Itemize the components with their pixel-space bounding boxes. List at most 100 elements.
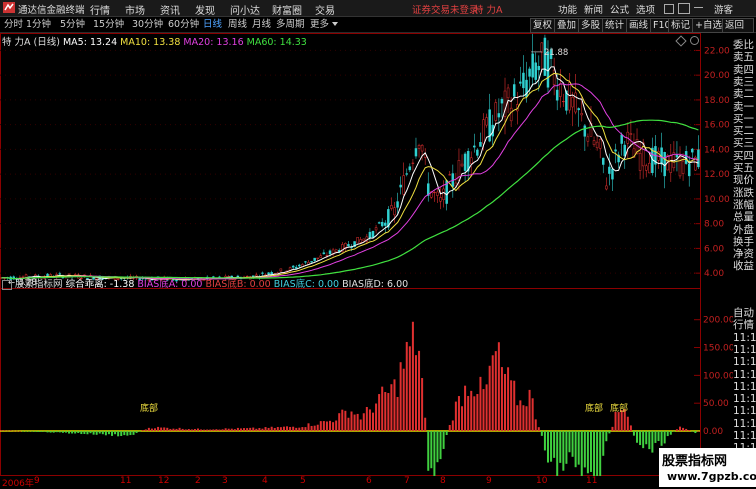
indicator-bar — [411, 321, 414, 432]
candle-body — [362, 238, 366, 242]
candle-body — [261, 272, 264, 274]
kline-chart[interactable]: 22.00 20.00 18.00 16.00 14.00 12.00 10.00 8.00 6… — [0, 33, 733, 476]
indicator-bar — [215, 429, 218, 432]
indicator-bar — [347, 417, 350, 432]
period-5min[interactable]: 5分钟 — [60, 18, 85, 31]
minimize-icon[interactable] — [694, 7, 703, 8]
indicator-name[interactable]: 股票指标网 — [15, 279, 63, 290]
indicator-bar — [586, 431, 589, 474]
indicator-bar — [332, 422, 335, 432]
period-daily[interactable]: 日线 — [203, 18, 222, 31]
price-axis-label-3: 16.00 — [704, 121, 730, 131]
more-dropdown-icon[interactable] — [332, 22, 338, 26]
sidebar-item-18[interactable]: 收益 — [733, 259, 756, 273]
x-axis-label-8: 6 — [366, 476, 372, 486]
period-fenshi[interactable]: 分时 — [4, 18, 23, 31]
indicator-bar — [433, 431, 436, 476]
indicator-bar — [393, 379, 396, 432]
candle-body — [479, 142, 482, 147]
menu-hangqing[interactable]: 行情 — [90, 2, 110, 17]
indicator-bar — [276, 426, 279, 432]
restore-window-icon[interactable] — [664, 4, 674, 14]
indicator-bar — [504, 373, 507, 432]
price-axis-label-4: 14.00 — [704, 145, 730, 155]
candle-body — [663, 152, 666, 177]
candle-body — [420, 144, 424, 152]
indicator-bar — [365, 406, 368, 432]
indicator-bar — [589, 431, 592, 472]
indicator-bar — [101, 431, 104, 435]
indicator-bar — [58, 431, 61, 433]
indicator-bar — [405, 341, 408, 432]
menu-shichang[interactable]: 市场 — [125, 2, 145, 17]
watermark-url: www.7gpzb.com — [667, 470, 756, 483]
candle-body — [359, 239, 362, 243]
period-15min[interactable]: 15分钟 — [93, 18, 124, 31]
menu-wenxiaoda[interactable]: 问小达 — [230, 2, 260, 17]
indicator-bar — [196, 428, 199, 432]
indicator-bar — [451, 420, 454, 432]
candles-group — [0, 33, 700, 283]
menu-jiaoyi[interactable]: 交易 — [315, 2, 335, 17]
indicator-bar — [289, 426, 292, 432]
indicator-bar — [679, 426, 682, 432]
maximize-icon[interactable] — [678, 3, 690, 14]
multi-stock-button[interactable]: 多股 — [578, 18, 604, 33]
indicator-bar — [543, 431, 546, 451]
indicator-bar — [77, 431, 80, 434]
indicator-bar — [660, 431, 663, 446]
indicator-bar — [175, 428, 178, 432]
menu-gongneng[interactable]: 功能 — [558, 2, 577, 16]
period-monthly[interactable]: 月线 — [252, 18, 271, 31]
indicator-bar — [218, 429, 221, 432]
menu-xinwen[interactable]: 新闻 — [584, 2, 603, 16]
overlay-button[interactable]: 叠加 — [554, 18, 580, 33]
x-axis-label-2: 11 — [120, 476, 132, 486]
indicator-bar — [685, 428, 688, 432]
menu-gongshi[interactable]: 公式 — [610, 2, 629, 16]
indicator-bar — [473, 396, 476, 432]
candle-body — [304, 261, 307, 263]
menu-caifuquan[interactable]: 财富圈 — [272, 2, 302, 17]
indicator-bar — [0, 430, 3, 432]
x-axis-label-11: 9 — [486, 476, 492, 486]
indicator-bar — [596, 431, 599, 476]
indicator-bar — [593, 431, 596, 476]
indicator-bar — [636, 431, 639, 443]
indicator-bar — [341, 409, 344, 432]
period-weekly[interactable]: 周线 — [228, 18, 247, 31]
indicator-bar — [40, 431, 43, 432]
indicator-toggle-icon[interactable] — [2, 279, 12, 290]
indicator-bar — [461, 406, 464, 432]
candle-body — [485, 117, 488, 126]
back-button[interactable]: 返回 — [722, 18, 754, 33]
menu-zixun[interactable]: 资讯 — [160, 2, 180, 17]
chart-title: 特 力A (日线) — [2, 37, 60, 48]
menu-xuanxiang[interactable]: 选项 — [636, 2, 655, 16]
draw-line-button[interactable]: 画线 — [626, 18, 652, 33]
x-axis: 2006年 9 11 12 2 3 4 5 6 7 8 9 10 11 — [0, 476, 700, 489]
trade-login-notice[interactable]: 证券交易未登录 — [412, 2, 479, 16]
indicator-bar — [375, 403, 378, 432]
indicator-bar — [117, 431, 120, 437]
price-axis-label-0: 22.00 — [704, 46, 730, 56]
period-30min[interactable]: 30分钟 — [132, 18, 163, 31]
fuquan-button[interactable]: 复权 — [530, 18, 556, 33]
candle-body — [500, 98, 504, 104]
indicator-bar — [107, 431, 110, 435]
indicator-bar — [418, 350, 421, 432]
period-more[interactable]: 更多 — [310, 18, 329, 31]
candle-body — [531, 53, 534, 78]
mark-button[interactable]: 标记 — [668, 18, 694, 33]
period-multi[interactable]: 多周期 — [276, 18, 305, 31]
menu-faxian[interactable]: 发现 — [195, 2, 215, 17]
ma-label-0: MA5: 13.24 — [62, 37, 121, 48]
period-60min[interactable]: 60分钟 — [168, 18, 199, 31]
candle-body — [328, 250, 332, 255]
add-watchlist-button[interactable]: +自选 — [692, 18, 725, 33]
statistics-button[interactable]: 统计 — [602, 18, 628, 33]
indicator-bar — [178, 427, 181, 432]
period-1min[interactable]: 1分钟 — [26, 18, 51, 31]
guest-user[interactable]: 游客 — [714, 2, 733, 16]
chart-info-icon[interactable] — [690, 36, 699, 45]
